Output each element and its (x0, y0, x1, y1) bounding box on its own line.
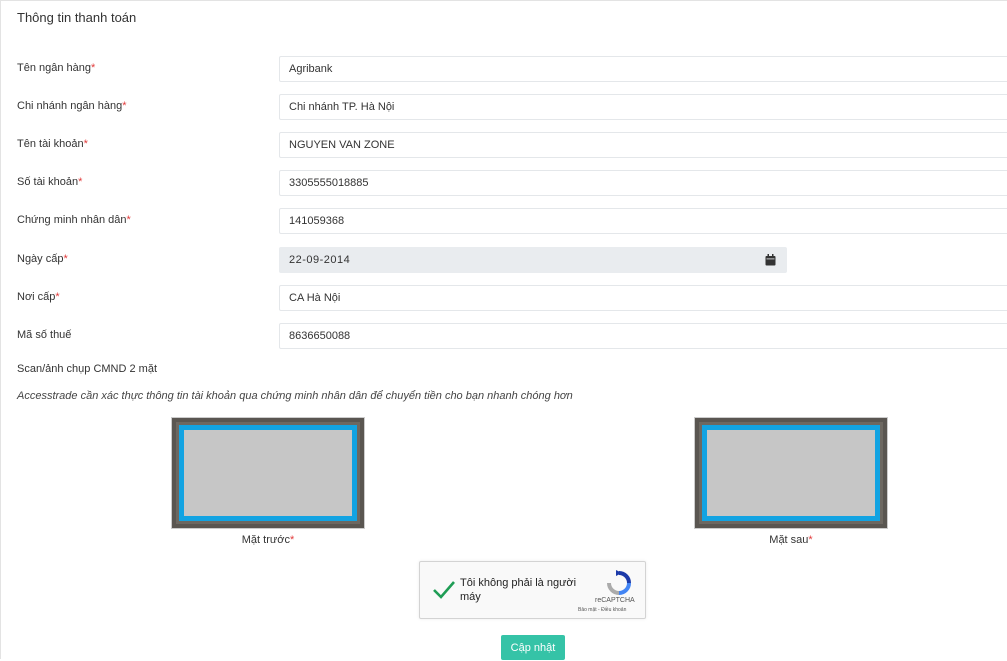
required-mark: * (78, 176, 83, 188)
checkmark-icon[interactable] (432, 579, 456, 601)
field-label: Mã số thuế (17, 329, 72, 341)
id-scan-title: Scan/ảnh chụp CMND 2 mặt (17, 363, 158, 375)
issue-date-value: 22-09-2014 (289, 254, 351, 266)
required-mark: * (83, 138, 88, 150)
field-label: Nơi cấp* (17, 291, 60, 303)
field-label: Chứng minh nhân dân* (17, 214, 131, 226)
field-label: Ngày cấp* (17, 253, 68, 265)
account-number-input[interactable]: 3305555018885 (279, 170, 1007, 196)
form-row-tax-code: Mã số thuế 8636650088 (1, 323, 1007, 349)
required-mark: * (122, 100, 127, 112)
issue-place-input[interactable]: CA Hà Nội (279, 285, 1007, 311)
form-row-account-name: Tên tài khoản* NGUYEN VAN ZONE (1, 132, 1007, 158)
label-text: Số tài khoản (17, 176, 79, 188)
id-front-frame (179, 425, 357, 521)
required-mark: * (63, 253, 68, 265)
recaptcha-widget: Tôi không phải là người máy reCAPTCHA Bả… (419, 561, 646, 619)
required-mark: * (126, 214, 131, 226)
id-back-image[interactable] (694, 417, 888, 529)
id-front-caption: Mặt trước* (171, 534, 365, 546)
label-text: Nơi cấp (17, 291, 56, 303)
recaptcha-links[interactable]: Bảo mật - Điều khoản (578, 607, 626, 613)
field-label: Số tài khoản* (17, 176, 82, 188)
recaptcha-label: Tôi không phải là người máy (460, 577, 577, 603)
payment-info-panel: Thông tin thanh toán Tên ngân hàng* Agri… (0, 0, 1007, 660)
form-row-account-number: Số tài khoản* 3305555018885 (1, 170, 1007, 196)
label-text: Tên tài khoản (17, 138, 84, 150)
update-button[interactable]: Cập nhật (501, 635, 565, 660)
id-back-photo (699, 422, 883, 524)
label-text: Chứng minh nhân dân (17, 214, 127, 226)
caption-text: Mặt sau (769, 534, 809, 546)
form-row-issue-date: Ngày cấp* 22-09-2014 (1, 247, 1007, 273)
bank-branch-input[interactable]: Chi nhánh TP. Hà Nội (279, 94, 1007, 120)
required-mark: * (289, 534, 295, 546)
form-row-issue-place: Nơi cấp* CA Hà Nội (1, 285, 1007, 311)
form-row-bank-branch: Chi nhánh ngân hàng* Chi nhánh TP. Hà Nộ… (1, 94, 1007, 120)
tax-code-input[interactable]: 8636650088 (279, 323, 1007, 349)
required-mark: * (55, 291, 60, 303)
id-front-image[interactable] (171, 417, 365, 529)
label-text: Ngày cấp (17, 253, 64, 265)
id-number-input[interactable]: 141059368 (279, 208, 1007, 234)
required-mark: * (808, 534, 813, 546)
label-text: Tên ngân hàng (17, 62, 92, 74)
required-mark: * (91, 62, 96, 74)
calendar-icon[interactable] (765, 254, 776, 266)
recaptcha-brand: reCAPTCHA (595, 597, 635, 604)
label-text: Chi nhánh ngân hàng (17, 100, 123, 112)
id-front-photo (176, 422, 360, 524)
caption-text: Mặt trước (241, 534, 290, 546)
recaptcha-icon (607, 570, 631, 595)
form-row-id-number: Chứng minh nhân dân* 141059368 (1, 208, 1007, 234)
field-label: Tên tài khoản* (17, 138, 88, 150)
account-name-input[interactable]: NGUYEN VAN ZONE (279, 132, 1007, 158)
id-scan-note: Accesstrade cần xác thực thông tin tài k… (17, 390, 573, 402)
form-row-bank-name: Tên ngân hàng* Agribank (1, 56, 1007, 82)
id-back-caption: Mặt sau* (694, 534, 888, 546)
section-title: Thông tin thanh toán (17, 10, 137, 25)
id-back-frame (702, 425, 880, 521)
field-label: Chi nhánh ngân hàng* (17, 100, 127, 112)
field-label: Tên ngân hàng* (17, 62, 95, 74)
issue-date-input[interactable]: 22-09-2014 (279, 247, 787, 273)
bank-name-input[interactable]: Agribank (279, 56, 1007, 82)
